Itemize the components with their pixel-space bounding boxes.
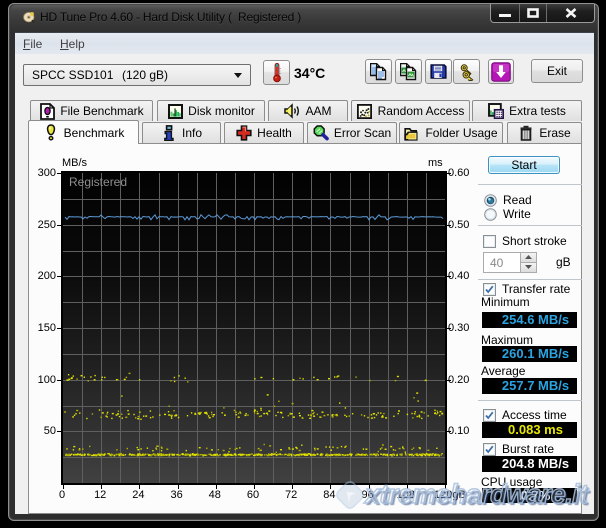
tab-health[interactable]: Health [224, 122, 304, 143]
maximize-button[interactable] [520, 4, 547, 22]
tab-aam[interactable]: AAM [268, 100, 348, 121]
tab-erase[interactable]: Erase [507, 122, 582, 143]
maximize-icon [527, 8, 539, 18]
burst-rate-checkbox-icon [483, 443, 496, 456]
transfer-rate-checkbox-icon [483, 283, 496, 296]
trash-icon [518, 125, 534, 141]
write-radio[interactable]: Write [484, 207, 531, 221]
access-time-checkbox[interactable]: Access time [483, 408, 567, 422]
spinner-up-button[interactable] [521, 253, 536, 263]
exit-button[interactable]: Exit [531, 59, 583, 83]
burst-rate-value: 204.8 MB/s [482, 456, 577, 472]
thermometer-icon [269, 62, 285, 83]
app-icon [21, 9, 37, 25]
tab-folder-usage[interactable]: Folder Usage [399, 122, 503, 143]
tab-disk-monitor[interactable]: Disk monitor [157, 100, 265, 121]
benchmark-page: RegisteredMB/sms300250200150100500.600.5… [28, 143, 582, 514]
access-time-value: 0.083 ms [482, 422, 577, 438]
save-icon [430, 63, 447, 80]
minimum-label: Minimum [481, 295, 530, 309]
average-value: 257.7 MB/s [482, 378, 577, 394]
drive-capacity: (120 gB) [122, 68, 168, 82]
window-controls [490, 4, 595, 23]
app-window: HD Tune Pro 4.60 - Hard Disk Utility ( R… [8, 3, 599, 521]
tab-benchmark[interactable]: Benchmark [28, 120, 139, 144]
cpu-usage-value: 0.7% [482, 488, 577, 503]
error-scan-icon [313, 125, 329, 141]
random-access-icon [357, 103, 373, 119]
start-button[interactable]: Start [488, 156, 560, 174]
capacity-spinner[interactable]: 40 [483, 252, 537, 273]
tab-random-access[interactable]: Random Access [351, 100, 470, 121]
maximum-value: 260.1 MB/s [482, 346, 577, 362]
write-label: Write [503, 207, 531, 221]
tab-error-scan[interactable]: Error Scan [307, 122, 397, 143]
burst-rate-label: Burst rate [502, 442, 554, 456]
combobox-arrow-icon [234, 73, 242, 78]
down-arrow-icon [491, 62, 511, 82]
minimize-icon [498, 8, 512, 18]
drive-select-combobox[interactable]: SPCC SSD101 (120 gB) [23, 64, 251, 86]
minimize-button[interactable] [491, 4, 520, 22]
burst-rate-checkbox[interactable]: Burst rate [483, 442, 554, 456]
health-icon [236, 125, 252, 141]
read-radio-icon [484, 194, 497, 207]
copy-text-icon [370, 63, 388, 81]
cpu-usage-label: CPU usage [481, 475, 542, 489]
spinner-value: 40 [490, 256, 503, 270]
info-icon [161, 125, 177, 141]
drive-name: SPCC SSD101 [32, 68, 113, 82]
folder-icon [404, 125, 420, 141]
transfer-rate-label: Transfer rate [502, 282, 570, 296]
access-time-label: Access time [502, 408, 567, 422]
close-icon [565, 8, 577, 18]
menu-file[interactable]: File [23, 37, 42, 51]
minimum-value: 254.6 MB/s [482, 312, 577, 328]
write-radio-icon [484, 208, 497, 221]
maximum-label: Maximum [481, 333, 533, 347]
tab-file-benchmark[interactable]: File Benchmark [30, 100, 153, 121]
file-benchmark-icon [39, 103, 55, 119]
menu-bar: File Help [15, 32, 594, 54]
spinner-down-button[interactable] [521, 263, 536, 273]
window-title: HD Tune Pro 4.60 - Hard Disk Utility ( R… [40, 10, 301, 24]
average-label: Average [481, 364, 525, 378]
separator [478, 279, 582, 280]
close-button[interactable] [547, 4, 594, 22]
copy-image-icon [400, 63, 418, 81]
read-radio[interactable]: Read [484, 193, 532, 207]
transfer-rate-checkbox[interactable]: Transfer rate [483, 282, 570, 296]
spinner-unit-label: gB [556, 255, 571, 269]
separator [478, 400, 582, 401]
capture-button[interactable] [488, 59, 514, 84]
extra-tests-icon [488, 103, 504, 119]
tab-info[interactable]: Info [142, 122, 221, 143]
speaker-icon [284, 103, 300, 119]
separator [478, 225, 582, 226]
keys-icon [458, 63, 476, 81]
registration-keys-button[interactable] [453, 59, 480, 84]
client-area: File Help SPCC SSD101 (120 gB) 34°C Exit… [15, 32, 594, 514]
copy-image-button[interactable] [395, 59, 422, 84]
menu-help[interactable]: Help [60, 37, 85, 51]
benchmark-icon [43, 125, 59, 141]
temperature-button[interactable] [263, 60, 290, 85]
benchmark-options-panel: Start ReadWrite Short stroke Transfer rate A… [29, 144, 581, 513]
disk-monitor-icon [167, 103, 183, 119]
save-button[interactable] [425, 59, 452, 84]
spinner-buttons [520, 253, 536, 272]
short-stroke-checkbox-icon [483, 235, 496, 248]
read-label: Read [503, 193, 532, 207]
separator [478, 184, 582, 185]
short-stroke-label: Short stroke [502, 234, 567, 248]
short-stroke-checkbox[interactable]: Short stroke [483, 234, 567, 248]
temperature-value: 34°C [294, 65, 325, 81]
copy-text-button[interactable] [365, 59, 392, 84]
access-time-checkbox-icon [483, 409, 496, 422]
tab-extra-tests[interactable]: Extra tests [472, 100, 582, 121]
